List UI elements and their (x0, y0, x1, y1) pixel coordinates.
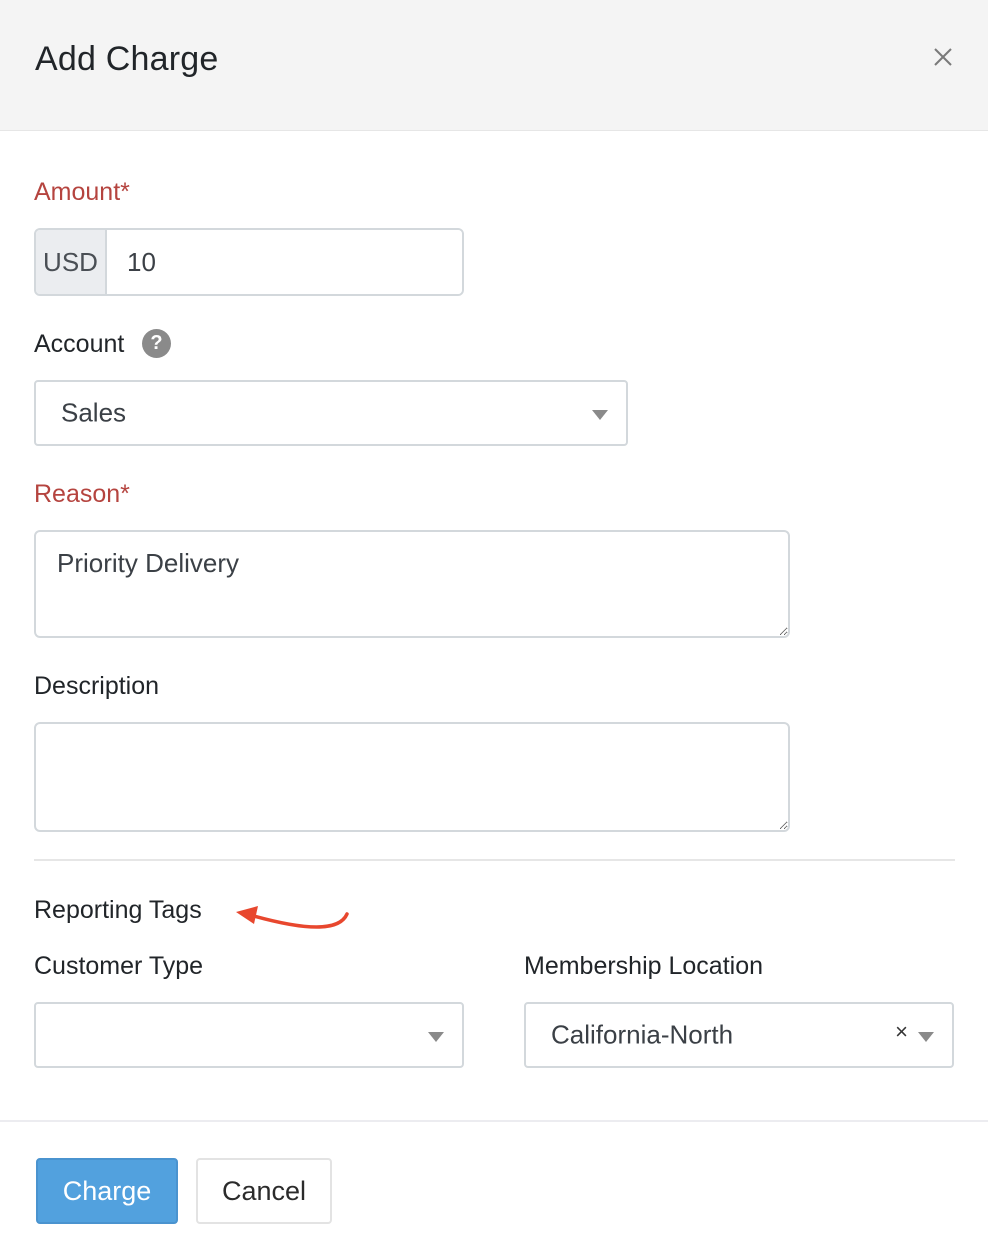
account-label: Account (34, 330, 125, 358)
clear-selection-icon[interactable]: × (895, 1019, 908, 1045)
membership-location-label: Membership Location (524, 952, 764, 980)
chevron-down-icon (428, 1032, 444, 1042)
amount-input[interactable] (107, 230, 462, 294)
customer-type-select[interactable] (34, 1002, 464, 1068)
close-icon[interactable] (930, 44, 956, 70)
reporting-tags-heading: Reporting Tags (34, 896, 202, 924)
reason-textarea[interactable]: Priority Delivery (34, 530, 790, 638)
modal-header: Add Charge (0, 0, 988, 131)
modal-title: Add Charge (35, 40, 219, 78)
membership-location-select[interactable]: California-North × (524, 1002, 954, 1068)
footer-divider (0, 1120, 988, 1122)
description-label: Description (34, 672, 160, 700)
currency-addon: USD (36, 230, 107, 294)
account-select[interactable]: Sales (34, 380, 628, 446)
chevron-down-icon (918, 1032, 934, 1042)
amount-label: Amount* (34, 178, 130, 206)
reason-label: Reason* (34, 480, 130, 508)
help-icon[interactable]: ? (142, 329, 171, 358)
chevron-down-icon (592, 410, 608, 420)
amount-input-group: USD (34, 228, 464, 296)
charge-button[interactable]: Charge (36, 1158, 178, 1224)
account-selected-value: Sales (61, 397, 127, 428)
customer-type-label: Customer Type (34, 952, 204, 980)
section-divider (34, 859, 955, 861)
membership-location-selected-value: California-North (551, 1019, 734, 1050)
annotation-arrow-icon (236, 906, 349, 929)
description-textarea[interactable] (34, 722, 790, 832)
cancel-button[interactable]: Cancel (196, 1158, 332, 1224)
